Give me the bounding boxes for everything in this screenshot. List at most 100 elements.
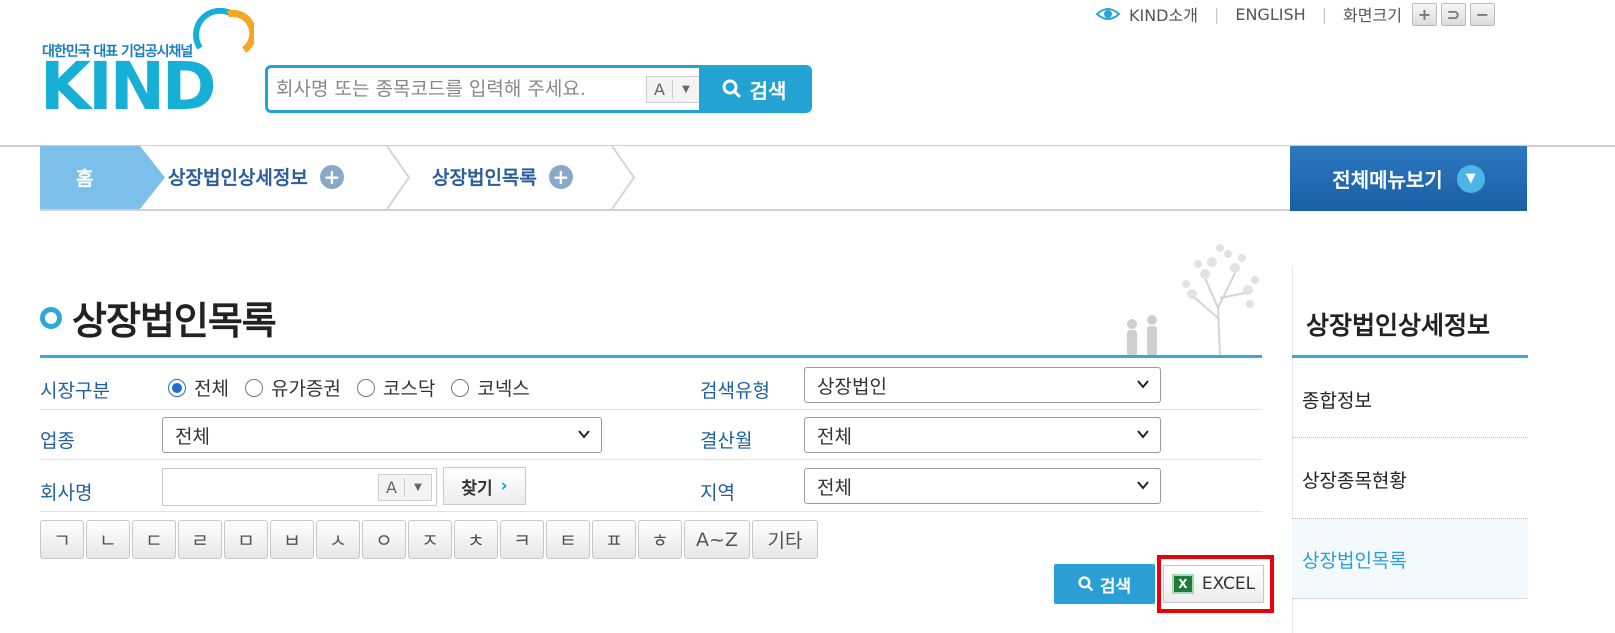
search-button-label: 검색	[1099, 576, 1132, 597]
search-type-value: 상장법인	[817, 375, 887, 398]
initial-button[interactable]: ㅌ	[546, 520, 590, 559]
chevron-down-icon	[577, 427, 591, 445]
industry-value: 전체	[175, 425, 210, 448]
initial-button[interactable]: ㅈ	[408, 520, 452, 559]
search-button[interactable]: 검색	[1054, 564, 1155, 604]
market-option-kospi[interactable]: 유가증권	[244, 374, 341, 401]
breadcrumb-chevron-icon	[386, 146, 411, 209]
breadcrumb-item-detail[interactable]: 상장법인상세정보 +	[168, 163, 344, 190]
search-type-label: 검색유형	[700, 380, 770, 402]
page-title-wrap: 상장법인목록	[40, 290, 277, 345]
main-search-box: A ▼ 검색	[265, 65, 812, 113]
all-menu-button[interactable]: 전체메뉴보기 ▼	[1290, 146, 1527, 211]
sidebar-item-listing-status[interactable]: 상장종목현황	[1302, 466, 1407, 493]
sidebar-title-underline	[1292, 355, 1528, 358]
font-toggle-label: A	[379, 478, 405, 497]
initial-button[interactable]: ㄴ	[86, 520, 130, 559]
breadcrumb-item-label: 상장법인목록	[432, 167, 537, 189]
form-row-divider	[40, 459, 1262, 460]
search-font-toggle[interactable]: A ▼	[646, 76, 700, 103]
title-bullet-icon	[40, 306, 62, 329]
search-type-select[interactable]: 상장법인	[804, 367, 1161, 403]
main-search-button-label: 검색	[749, 78, 787, 103]
initial-filter-row: ㄱ ㄴ ㄷ ㄹ ㅁ ㅂ ㅅ ㅇ ㅈ ㅊ ㅋ ㅌ ㅍ ㅎ A~Z 기타	[40, 520, 818, 559]
plus-circle-icon[interactable]: +	[319, 164, 344, 189]
initial-button-etc[interactable]: 기타	[752, 520, 818, 559]
market-option-label: 유가증권	[270, 378, 341, 400]
chevron-down-icon: ▼	[682, 84, 690, 95]
chevron-right-icon: ›	[500, 476, 508, 496]
font-toggle-label: A	[647, 80, 673, 99]
market-option-kosdaq[interactable]: 코스닥	[356, 374, 435, 401]
search-icon	[1078, 576, 1094, 592]
initial-button[interactable]: ㄹ	[178, 520, 222, 559]
form-row-divider	[40, 409, 1262, 410]
chevron-down-icon	[1136, 377, 1150, 395]
breadcrumb: 홈 상장법인상세정보 + 상장법인목록 + 전체메뉴보기 ▼	[40, 146, 1527, 211]
sidebar-divider	[1292, 598, 1528, 599]
zoom-in-button[interactable]: +	[1411, 2, 1437, 26]
region-label: 지역	[700, 482, 735, 504]
tree-decoration-icon	[1127, 244, 1259, 357]
initial-button[interactable]: ㅇ	[362, 520, 406, 559]
sidebar-title: 상장법인상세정보	[1306, 311, 1491, 340]
initial-button-az[interactable]: A~Z	[684, 520, 750, 559]
breadcrumb-item-list[interactable]: 상장법인목록 +	[432, 163, 573, 190]
chevron-down-icon: ▼	[1456, 164, 1485, 193]
all-menu-label: 전체메뉴보기	[1332, 168, 1443, 192]
radio-unchecked[interactable]	[451, 378, 470, 397]
kind-logo[interactable]: 대한민국 대표 기업공시채널 KIND	[40, 8, 255, 120]
kind-intro-link[interactable]: KIND소개	[1129, 2, 1198, 26]
util-separator: |	[1213, 4, 1220, 24]
fiscal-month-label: 결산월	[700, 430, 753, 452]
top-utility-bar: KIND소개 | ENGLISH | 화면크기 + ⊃ −	[1095, 2, 1495, 26]
main-search-button[interactable]: 검색	[699, 68, 809, 110]
initial-button[interactable]: ㄱ	[40, 520, 84, 559]
industry-select[interactable]: 전체	[162, 417, 602, 453]
breadcrumb-item-label: 상장법인상세정보	[168, 167, 308, 189]
initial-button[interactable]: ㄷ	[132, 520, 176, 559]
home-tab-shape	[40, 146, 165, 209]
fiscal-month-select[interactable]: 전체	[804, 417, 1161, 453]
breadcrumb-home[interactable]: 홈	[40, 146, 165, 209]
main-search-input[interactable]	[268, 68, 643, 110]
english-link[interactable]: ENGLISH	[1235, 5, 1305, 24]
excel-highlight-box	[1157, 555, 1274, 613]
screen-size-label: 화면크기	[1343, 6, 1402, 25]
market-option-label: 전체	[194, 378, 229, 400]
initial-button[interactable]: ㅅ	[316, 520, 360, 559]
company-label: 회사명	[40, 482, 93, 504]
radio-unchecked[interactable]	[244, 378, 263, 397]
initial-button[interactable]: ㅎ	[638, 520, 682, 559]
plus-circle-icon[interactable]: +	[548, 164, 573, 189]
sidebar-item-summary[interactable]: 종합정보	[1302, 386, 1372, 413]
market-label: 시장구분	[40, 380, 110, 402]
company-font-toggle[interactable]: A ▼	[378, 474, 432, 501]
market-option-konex[interactable]: 코넥스	[451, 374, 530, 401]
initial-button[interactable]: ㅋ	[500, 520, 544, 559]
sidebar-divider	[1292, 437, 1528, 438]
breadcrumb-chevron-icon	[611, 146, 636, 209]
find-button-label: 찾기	[461, 478, 493, 499]
initial-button[interactable]: ㅁ	[224, 520, 268, 559]
region-select[interactable]: 전체	[804, 468, 1161, 504]
initial-button[interactable]: ㅍ	[592, 520, 636, 559]
market-option-label: 코넥스	[477, 378, 530, 400]
zoom-reset-button[interactable]: ⊃	[1440, 2, 1466, 26]
company-name-field[interactable]: A ▼	[162, 468, 437, 506]
initial-button[interactable]: ㅂ	[270, 520, 314, 559]
market-option-all[interactable]: 전체	[168, 374, 229, 401]
find-button[interactable]: 찾기 ›	[443, 467, 526, 505]
zoom-out-button[interactable]: −	[1469, 2, 1495, 26]
fiscal-month-value: 전체	[817, 425, 852, 448]
form-row-divider	[40, 511, 1262, 512]
chevron-down-icon	[1136, 478, 1150, 496]
sidebar-item-listed-companies[interactable]: 상장법인목록	[1302, 546, 1407, 573]
page-title: 상장법인목록	[72, 299, 277, 343]
radio-unchecked[interactable]	[356, 378, 375, 397]
title-underline	[40, 355, 1262, 358]
eye-icon	[1095, 8, 1121, 20]
initial-button[interactable]: ㅊ	[454, 520, 498, 559]
region-value: 전체	[817, 476, 852, 499]
radio-checked[interactable]	[168, 378, 186, 397]
